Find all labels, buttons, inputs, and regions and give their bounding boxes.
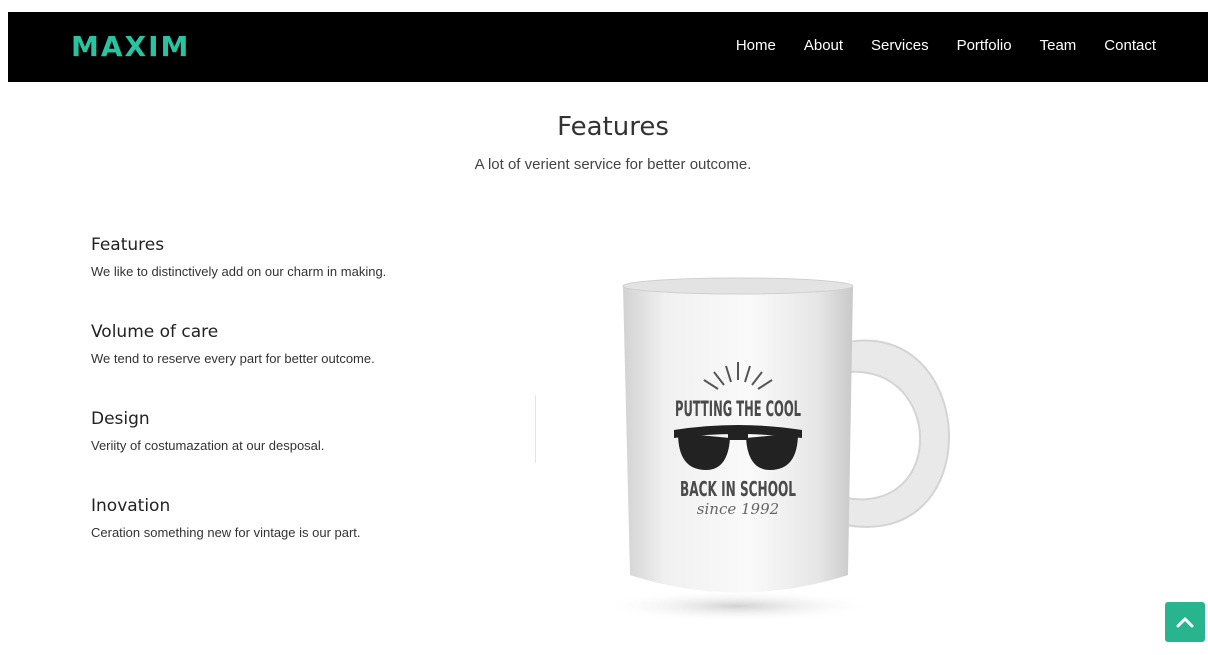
feature-title: Inovation [91, 496, 171, 516]
feature-text: We tend to reserve every part for better… [91, 351, 375, 366]
feature-item: Design Veriity of costumazation at our d… [91, 409, 324, 453]
feature-item: Volume of care We tend to reserve every … [91, 322, 375, 366]
feature-title: Features [91, 235, 165, 255]
feature-title: Volume of care [91, 322, 219, 342]
feature-text: We like to distinctively add on our char… [91, 264, 387, 279]
scroll-to-top-button[interactable] [1165, 602, 1205, 642]
brand-logo[interactable]: MAXIM [71, 30, 190, 63]
section-subtitle: A lot of verient service for better outc… [474, 156, 752, 173]
nav-menu: Home About Services Portfolio Team Conta… [736, 37, 1156, 54]
feature-title: Design [91, 409, 150, 429]
mug-text-line3: since 1992 [697, 500, 779, 518]
feature-text: Ceration something new for vintage is ou… [91, 525, 361, 540]
nav-contact-link[interactable]: Contact [1104, 37, 1156, 54]
mug-image: PUTTING THE COOL BACK IN SCHOOL since 19… [598, 270, 978, 625]
mug-text-line2: BACK IN SCHOOL [680, 477, 796, 501]
nav-home-link[interactable]: Home [736, 37, 776, 54]
chevron-up-icon [1176, 617, 1194, 628]
nav-about-link[interactable]: About [804, 37, 843, 54]
section-title: Features [557, 112, 669, 142]
divider [535, 395, 536, 463]
feature-item: Features We like to distinctively add on… [91, 235, 386, 279]
nav-services-link[interactable]: Services [871, 37, 929, 54]
nav-team-link[interactable]: Team [1040, 37, 1077, 54]
feature-item: Inovation Ceration something new for vin… [91, 496, 361, 540]
mug-text-line1: PUTTING THE COOL [675, 397, 801, 421]
nav-portfolio-link[interactable]: Portfolio [957, 37, 1012, 54]
feature-text: Veriity of costumazation at our desposal… [91, 438, 325, 453]
navbar: MAXIM Home About Services Portfolio Team… [8, 12, 1208, 82]
